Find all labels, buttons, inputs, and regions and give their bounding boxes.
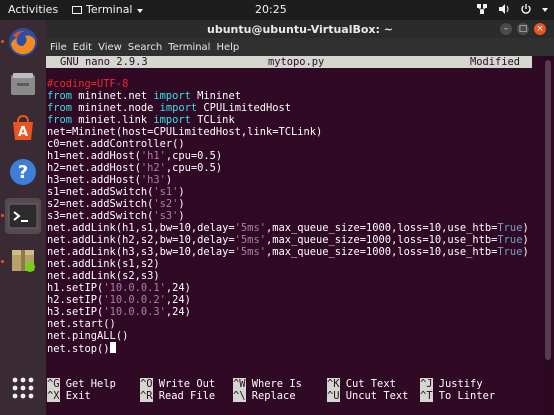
activities-button[interactable]: Activities — [8, 3, 58, 16]
app-grid-icon — [12, 377, 34, 399]
code-line: h2=net.addHost('h2',cpu=0.5) — [47, 162, 223, 174]
software-center-icon: A — [13, 114, 33, 140]
dock-show-apps[interactable] — [5, 370, 41, 406]
code-line: net.addLink(h1,s1,bw=10,delay='5ms',max_… — [47, 222, 529, 234]
scrollbar[interactable] — [544, 56, 552, 415]
dock: A ? — [0, 20, 46, 415]
app-menu[interactable]: Terminal — [72, 3, 143, 16]
code-editor[interactable]: #coding=UTF-8 from mininet.net import Mi… — [47, 78, 529, 355]
dock-help[interactable]: ? — [5, 154, 41, 190]
code-line: s2=net.addSwitch('s2') — [47, 198, 185, 210]
app-menu-label: Terminal — [86, 3, 133, 16]
nano-status: Modified — [470, 56, 521, 68]
shortcut-where-is[interactable]: ^W Where Is — [233, 378, 302, 390]
close-button[interactable]: × — [534, 23, 546, 35]
code-line: net.addLink(s2,s3) — [47, 270, 160, 282]
shortcut-replace[interactable]: ^\ Replace — [233, 390, 296, 402]
code-line: net.addLink(h3,s3,bw=10,delay='5ms',max_… — [47, 246, 529, 258]
shortcut-exit[interactable]: ^X Exit — [47, 390, 91, 402]
code-line: net=Mininet(host=CPULimitedHost,link=TCL… — [47, 126, 323, 138]
clock[interactable]: 20:25 — [255, 3, 287, 16]
menu-search[interactable]: Search — [128, 42, 162, 53]
dock-terminal[interactable] — [5, 198, 41, 234]
dock-software[interactable]: A — [5, 110, 41, 146]
package-icon — [12, 250, 35, 272]
code-line: net.start() — [47, 318, 116, 330]
terminal-window: ubuntu@ubuntu-VirtualBox: ~ – □ × File E… — [46, 20, 554, 415]
nano-version: GNU nano 2.9.3 — [60, 56, 148, 68]
dock-package[interactable] — [5, 242, 41, 278]
running-indicator — [1, 40, 4, 43]
code-line: c0=net.addController() — [47, 138, 185, 150]
shortcut-write-out[interactable]: ^O Write Out — [140, 378, 215, 390]
files-icon — [11, 73, 35, 95]
window-title: ubuntu@ubuntu-VirtualBox: ~ — [207, 23, 393, 36]
code-line: s3=net.addSwitch('s3') — [47, 210, 185, 222]
code-line: #coding=UTF-8 — [47, 78, 129, 90]
code-line: net.addLink(s1,s2) — [47, 258, 160, 270]
scrollbar-thumb[interactable] — [545, 60, 551, 360]
menu-edit[interactable]: Edit — [73, 42, 92, 53]
shortcut-cut-text[interactable]: ^K Cut Text — [327, 378, 396, 390]
terminal-icon — [8, 203, 38, 229]
power-icon — [521, 4, 531, 14]
code-line: s1=net.addSwitch('s1') — [47, 186, 185, 198]
help-icon: ? — [10, 159, 36, 185]
nano-filename: mytopo.py — [268, 56, 325, 68]
network-icon — [477, 4, 487, 14]
dock-files[interactable] — [5, 66, 41, 102]
code-line: net.stop() — [47, 342, 529, 355]
code-line: from miniet.link import TCLink — [47, 114, 235, 126]
code-line: h3.setIP('10.0.0.3',24) — [47, 306, 191, 318]
volume-icon — [499, 4, 509, 14]
system-tray[interactable] — [476, 3, 548, 15]
svg-text:A: A — [18, 125, 28, 140]
shortcut-uncut-text[interactable]: ^U Uncut Text — [327, 390, 408, 402]
text-cursor — [109, 342, 116, 353]
code-line: h3=net.addHost('h3') — [47, 174, 173, 186]
shortcut-get-help[interactable]: ^G Get Help — [47, 378, 116, 390]
minimize-button[interactable]: – — [500, 23, 512, 35]
code-line: h1.setIP('10.0.0.1',24) — [47, 282, 191, 294]
dock-firefox[interactable] — [5, 24, 41, 60]
code-line: from mininet.node import CPULimitedHost — [47, 102, 292, 114]
shortcut-justify[interactable]: ^J Justify — [420, 378, 483, 390]
code-line: from mininet.net import Mininet — [47, 90, 241, 102]
terminal-content[interactable]: GNU nano 2.9.3 mytopo.py Modified #codin… — [46, 56, 554, 415]
code-line: net.pingALL() — [47, 330, 129, 342]
chevron-down-icon — [136, 8, 143, 13]
tray-chevron-icon — [542, 8, 548, 12]
code-line: h1=net.addHost('h1',cpu=0.5) — [47, 150, 223, 162]
running-indicator — [1, 260, 4, 263]
menu-help[interactable]: Help — [216, 42, 239, 53]
menu-view[interactable]: View — [98, 42, 122, 53]
code-line: net.addLink(h2,s2,bw=10,delay='5ms',max_… — [47, 234, 529, 246]
firefox-icon — [9, 28, 37, 56]
code-line: h2.setIP('10.0.0.2',24) — [47, 294, 191, 306]
terminal-small-icon — [72, 5, 82, 14]
maximize-button[interactable]: □ — [517, 23, 529, 35]
running-indicator — [1, 214, 4, 217]
shortcut-to-linter[interactable]: ^T To Linter — [420, 390, 495, 402]
top-bar: Activities Terminal 20:25 — [0, 0, 554, 20]
shortcut-read-file[interactable]: ^R Read File — [140, 390, 215, 402]
svg-text:?: ? — [18, 162, 28, 183]
nano-header: GNU nano 2.9.3 mytopo.py Modified — [46, 56, 532, 68]
nano-shortcuts: ^G Get Help ^O Write Out ^W Where Is ^K … — [47, 378, 533, 402]
menu-file[interactable]: File — [50, 42, 67, 53]
menu-bar: File Edit View Search Terminal Help — [46, 38, 554, 56]
menu-terminal[interactable]: Terminal — [168, 42, 210, 53]
title-bar[interactable]: ubuntu@ubuntu-VirtualBox: ~ – □ × — [46, 20, 554, 38]
